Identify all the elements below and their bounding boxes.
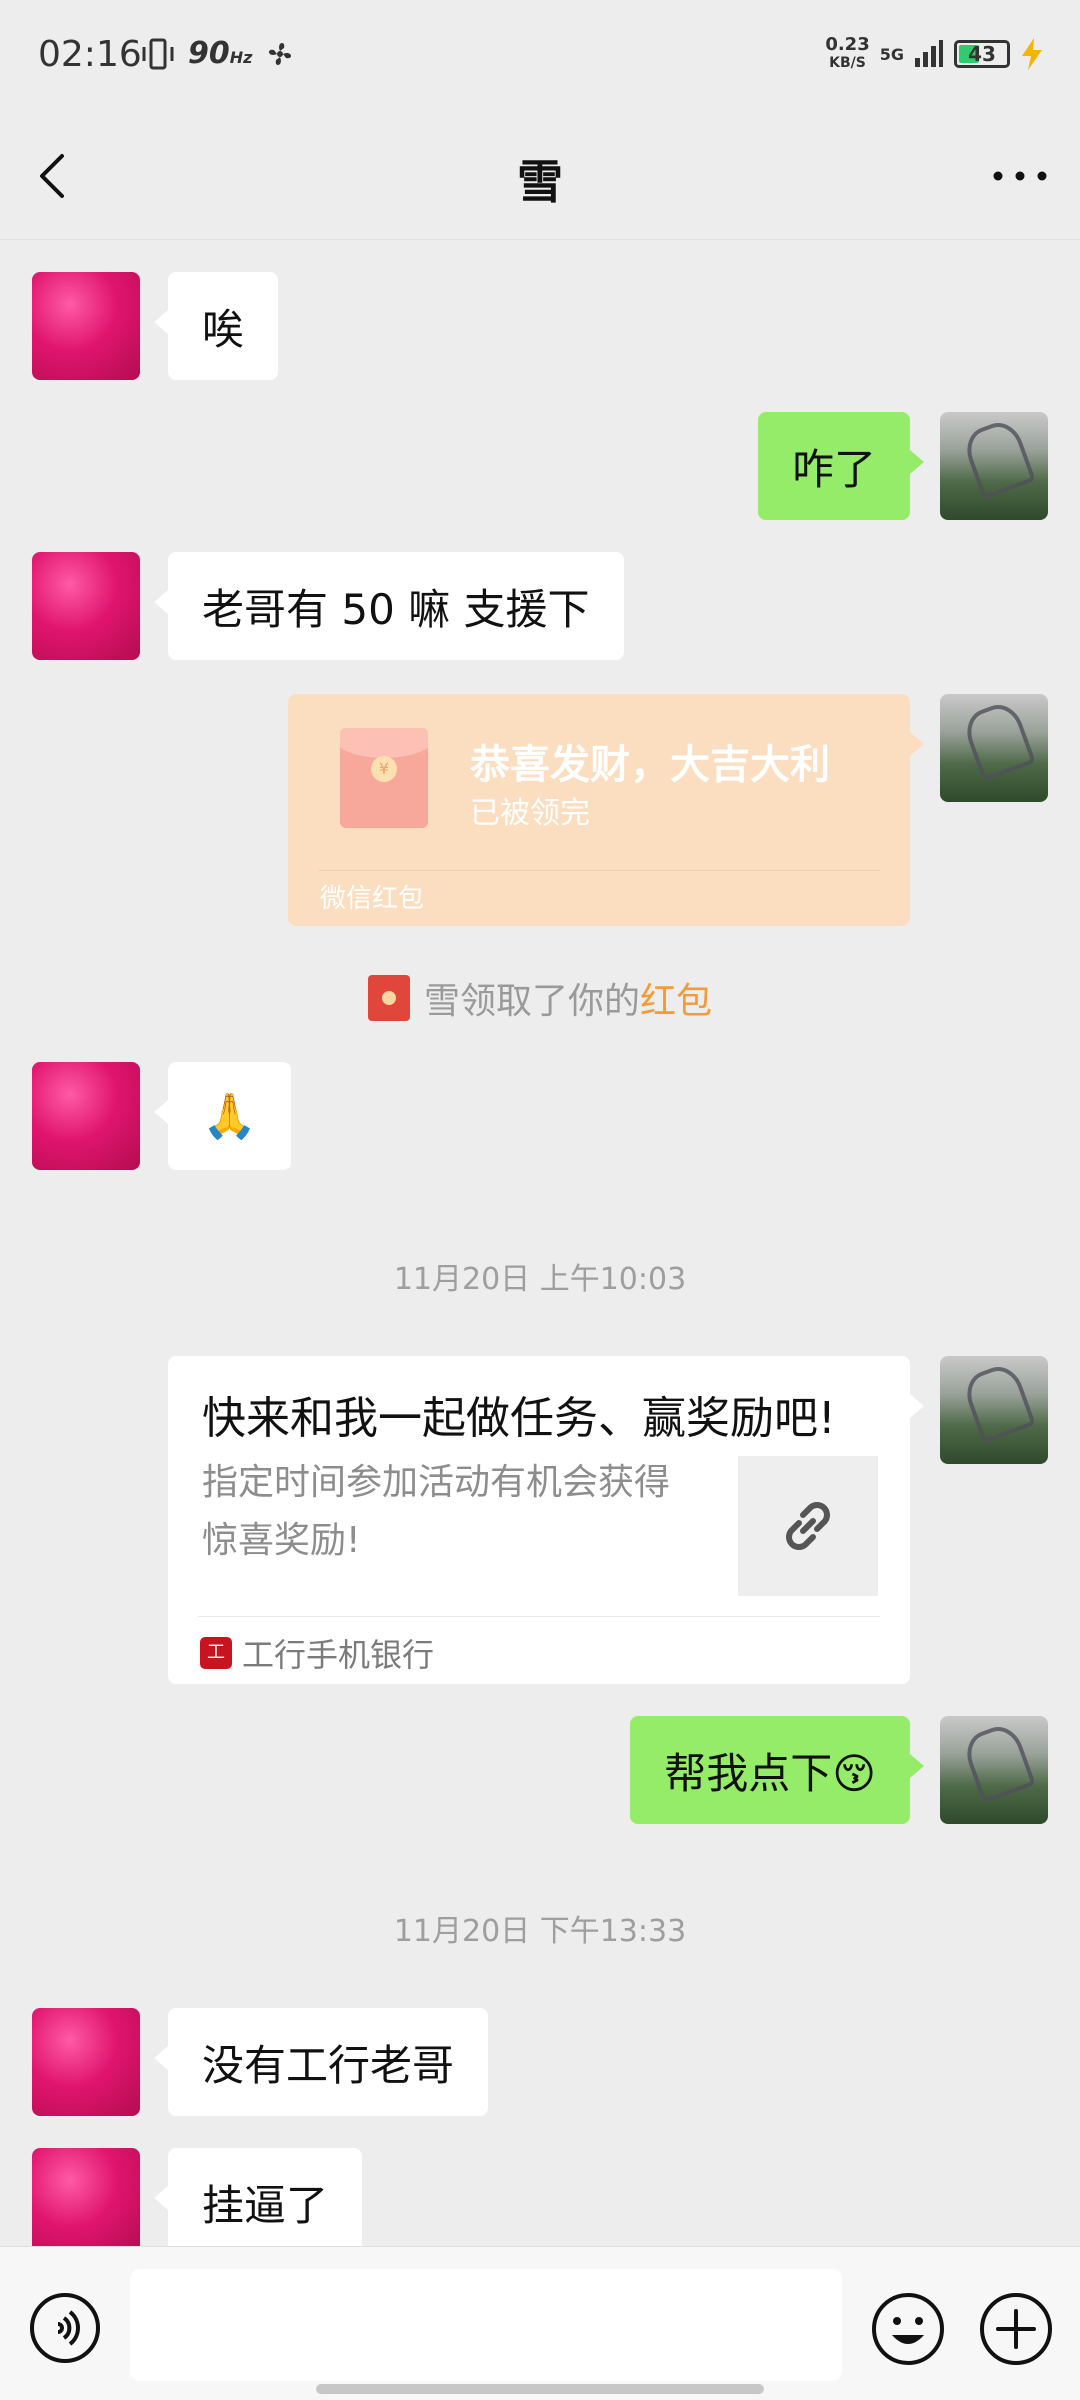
red-envelope-icon: ¥ (340, 728, 428, 828)
message-bubble[interactable]: 挂逼了 (153, 2148, 363, 2256)
chat-title: 雪 (517, 155, 563, 209)
link-card-message[interactable]: 快来和我一起做任务、赢奖励吧! 指定时间参加活动有机会获得惊喜奖励! 工 工行手… (168, 1356, 924, 1684)
friend-avatar[interactable] (32, 2008, 140, 2116)
friend-avatar[interactable] (32, 272, 140, 380)
red-packet-small-icon (367, 975, 410, 1021)
message-text: 挂逼了 (202, 2180, 329, 2230)
timestamp: 11月20日 下午13:33 (393, 1914, 687, 1949)
charging-icon (1022, 38, 1042, 70)
message-bubble[interactable]: 咋了 (757, 412, 925, 520)
message-text: 老哥有 50 嘛 支援下 (202, 584, 590, 634)
plus-icon[interactable] (978, 2291, 1054, 2367)
refresh-rate: 90Hz (188, 36, 253, 71)
network-type: 5G (879, 44, 904, 64)
link-card-source: 工 工行手机银行 (200, 1630, 434, 1676)
message-text: 唉 (202, 304, 245, 354)
input-bar (0, 2246, 1080, 2400)
friend-avatar[interactable] (32, 552, 140, 660)
message-input[interactable] (130, 2269, 842, 2381)
friend-avatar[interactable] (32, 1062, 140, 1170)
my-avatar[interactable] (940, 1356, 1048, 1464)
red-packet-message[interactable]: ¥ 恭喜发财，大吉大利 已被领完 微信红包 (288, 694, 924, 926)
message-bubble[interactable]: 唉 (153, 272, 279, 380)
my-avatar[interactable] (940, 694, 1048, 802)
system-notice-text: 雪领取了你的红包 (423, 981, 713, 1022)
message-text: 🙏 (202, 1091, 257, 1142)
icbc-logo-icon: 工 (200, 1637, 232, 1669)
message-text: 没有工行老哥 (202, 2040, 455, 2090)
link-icon (786, 1502, 830, 1550)
battery-indicator: 43 (954, 40, 1010, 68)
my-avatar[interactable] (940, 1716, 1048, 1824)
divider (198, 1616, 880, 1617)
link-thumbnail (738, 1456, 878, 1596)
timestamp: 11月20日 上午10:03 (393, 1262, 687, 1297)
divider (318, 870, 880, 871)
system-notice: 雪领取了你的红包 (0, 972, 1080, 1024)
status-time: 02:16 (38, 34, 142, 75)
net-speed: 0.23 KB/S (825, 34, 870, 72)
chat-header: 雪 (0, 112, 1080, 240)
my-avatar[interactable] (940, 412, 1048, 520)
voice-input-icon[interactable] (28, 2291, 102, 2365)
status-right-icons: 0.23 KB/S 5G 43 (825, 36, 1044, 72)
message-text: 咋了 (791, 444, 876, 494)
link-card-title: 快来和我一起做任务、赢奖励吧! (202, 1393, 836, 1444)
message-bubble[interactable]: 没有工行老哥 (153, 2008, 489, 2116)
red-packet-status: 已被领完 (470, 796, 590, 831)
link-card-description: 指定时间参加活动有机会获得惊喜奖励! (202, 1462, 671, 1561)
red-packet-title: 恭喜发财，大吉大利 (470, 742, 830, 788)
fan-icon (269, 42, 292, 65)
signal-icon (915, 40, 943, 67)
vibrate-icon (142, 38, 174, 69)
link-card-source-name: 工行手机银行 (242, 1636, 435, 1674)
more-options-icon[interactable] (988, 150, 1052, 202)
message-bubble[interactable]: 帮我点下😚 (630, 1716, 924, 1824)
status-bar: 02:16 90Hz 0.23 KB/S 5G 43 (0, 0, 1080, 112)
home-indicator[interactable] (316, 2384, 764, 2394)
status-left-icons: 90Hz (140, 36, 296, 71)
red-packet-link[interactable]: 红包 (640, 981, 712, 1022)
message-bubble[interactable]: 🙏 (154, 1062, 291, 1170)
friend-avatar[interactable] (32, 2148, 140, 2256)
emoji-icon[interactable] (870, 2291, 946, 2367)
message-bubble[interactable]: 老哥有 50 嘛 支援下 (154, 552, 624, 660)
red-packet-footer: 微信红包 (320, 884, 425, 914)
message-text: 帮我点下😚 (664, 1748, 876, 1798)
